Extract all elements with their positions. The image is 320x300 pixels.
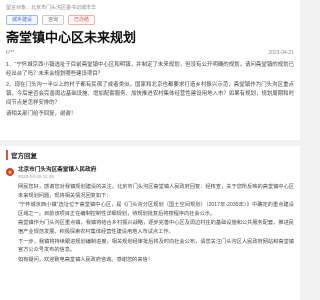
post-card: 留言对象：北京市门头沟区委书记城市华 城乡建设 咨询 已办结 斋堂镇中心区未来规… xyxy=(0,0,300,140)
reply-org-name: 北京市门头沟区斋堂镇人民政府 xyxy=(18,167,97,173)
reply-paragraph: 斋堂镇作为门头沟区重点镇，我镇将结合乡村振兴战略，逐步完善中心区及周边村庄的基础… xyxy=(18,220,294,235)
reply-date: 2023-04-25 11:49 xyxy=(18,174,54,179)
reply-paragraph: 如有疑问，欢迎致电斋堂镇人民政府咨询。感谢您的来信！ xyxy=(18,256,153,263)
reply-content: 北京市门头沟区斋堂镇人民政府 2023-04-25 11:49 网民您好，感谢您… xyxy=(18,167,294,265)
reply-heading: 官方回复 xyxy=(6,150,294,160)
post-paragraph: 2、现在门头沟一半以上的村子都有民宿了或者类似，国家和北京也都要求打造乡村振兴示… xyxy=(6,82,294,106)
author-row: b*** 2023-04-21 xyxy=(6,50,294,56)
message-target: 留言对象：北京市门头沟区委书记城市华 xyxy=(6,5,97,11)
government-emblem-icon xyxy=(6,168,14,176)
post-body: 1、“宁怀城京西小镇选址于目前斋堂镇中心区和明镇，并制定了未来规划，但没有公开明… xyxy=(6,61,294,119)
reply-body: 网民您好，感谢您对我镇规划建设的关注。北京市门头沟区斋堂镇人民政府回复：经核查，… xyxy=(18,183,294,264)
page: 留言对象：北京市门头沟区委书记城市华 城乡建设 咨询 已办结 斋堂镇中心区未来规… xyxy=(0,0,300,300)
tag-type[interactable]: 咨询 xyxy=(42,15,65,25)
post-title: 斋堂镇中心区未来规划 xyxy=(6,30,137,45)
tag-category[interactable]: 城乡建设 xyxy=(6,15,39,25)
reply-paragraph: 网民您好，感谢您对我镇规划建设的关注。北京市门头沟区斋堂镇人民政府回复：经核查，… xyxy=(18,184,294,199)
post-meta: 留言对象：北京市门头沟区委书记城市华 xyxy=(6,4,294,11)
post-date: 2023-04-21 xyxy=(268,50,294,56)
reply-card: 北京市门头沟区斋堂镇人民政府 2023-04-25 11:49 网民您好，感谢您… xyxy=(6,167,294,265)
post-paragraph: 1、“宁怀城京西小镇选址于目前斋堂镇中心区和明镇，并制定了未来规划，但没有公开明… xyxy=(6,62,294,77)
reply-section: 官方回复 北京市门头沟区斋堂镇人民政府 2023-04-25 11:49 网民您… xyxy=(0,146,300,300)
post-author: b*** xyxy=(6,50,15,56)
tag-status: 已办结 xyxy=(68,15,96,25)
reply-paragraph: 下一步，我镇将持续跟进规划编制进度，相关规划经审批后将及时向社会公布，请您关注门… xyxy=(18,238,294,254)
reply-paragraph: “宁怀城京西小镇”选址位于斋堂镇中心区，是《门头沟分区规划（国土空间规划）（20… xyxy=(18,202,294,217)
tag-list: 城乡建设 咨询 已办结 xyxy=(6,15,294,25)
post-paragraph: 请相关部门给予回复，谢谢！ xyxy=(6,111,77,117)
